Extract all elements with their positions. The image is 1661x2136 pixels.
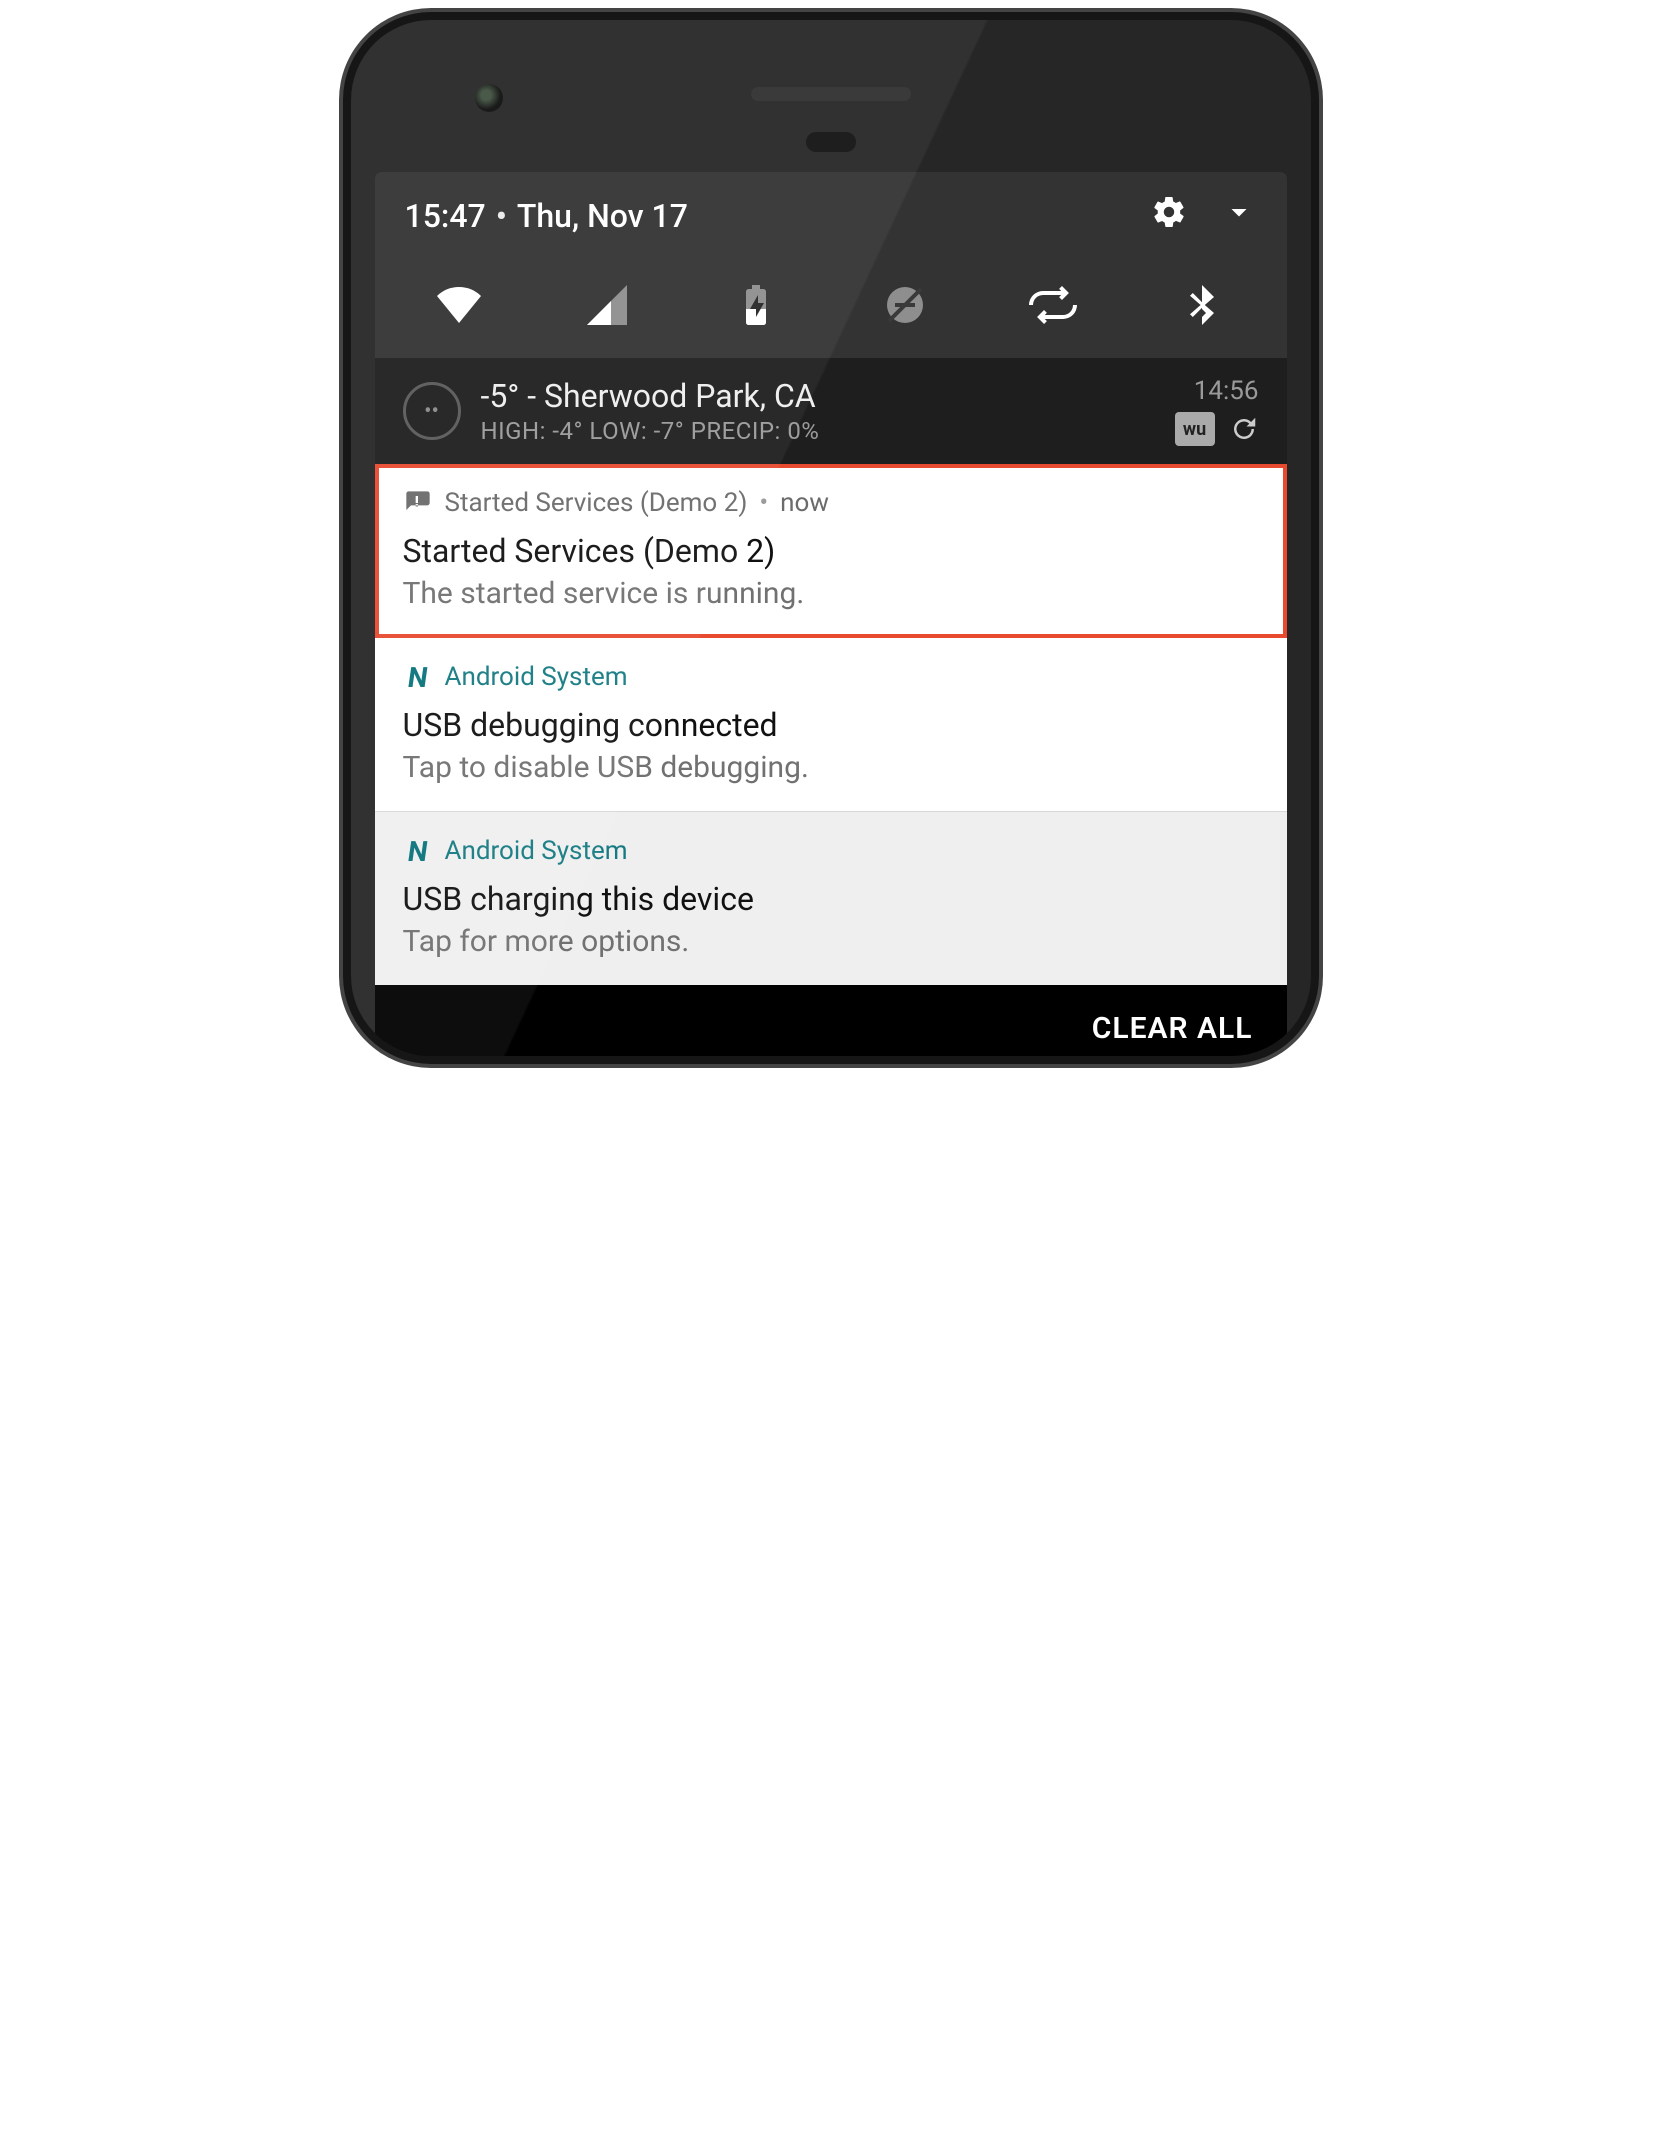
android-n-icon: N <box>403 662 433 692</box>
refresh-icon[interactable] <box>1229 414 1259 444</box>
weather-timestamp: 14:56 <box>1194 376 1259 406</box>
chevron-down-icon[interactable] <box>1221 194 1257 238</box>
quick-settings-header[interactable]: 15:47 • Thu, Nov 17 <box>375 172 1287 260</box>
android-n-icon: N <box>403 836 433 866</box>
notification-title: USB debugging connected <box>403 706 1259 744</box>
auto-rotate-tile[interactable] <box>1028 280 1078 330</box>
battery-tile[interactable] <box>731 280 781 330</box>
phone-frame: 15:47 • Thu, Nov 17 <box>351 20 1311 1056</box>
bluetooth-tile[interactable] <box>1177 280 1227 330</box>
proximity-sensor <box>806 132 856 152</box>
front-camera <box>475 84 503 112</box>
notification-started-services[interactable]: Started Services (Demo 2) • now Started … <box>375 464 1287 638</box>
clear-all-button[interactable]: CLEAR ALL <box>375 985 1287 1056</box>
notification-title: Started Services (Demo 2) <box>403 532 1259 570</box>
notification-app-name: Android System <box>445 836 628 866</box>
clock-time: 15:47 <box>405 197 486 235</box>
phone-bezel-top <box>375 52 1287 142</box>
app-icon <box>403 488 433 518</box>
screen: 15:47 • Thu, Nov 17 <box>375 172 1287 1056</box>
notification-body: Tap to disable USB debugging. <box>403 750 1259 785</box>
notification-usb-charging[interactable]: N Android System USB charging this devic… <box>375 812 1287 985</box>
cellular-tile[interactable] <box>582 280 632 330</box>
weather-provider-badge: wu <box>1175 412 1215 446</box>
wifi-tile[interactable] <box>434 280 484 330</box>
notification-app-name: Started Services (Demo 2) <box>445 488 748 518</box>
notification-app-name: Android System <box>445 662 628 692</box>
clear-all-label: CLEAR ALL <box>1092 1011 1253 1046</box>
notification-usb-debugging[interactable]: N Android System USB debugging connected… <box>375 638 1287 812</box>
notification-list: Started Services (Demo 2) • now Started … <box>375 464 1287 985</box>
settings-icon[interactable] <box>1151 194 1187 238</box>
notification-body: The started service is running. <box>403 576 1259 611</box>
notification-title: USB charging this device <box>403 880 1259 918</box>
weather-title: -5° - Sherwood Park, CA <box>481 377 1155 415</box>
notification-body: Tap for more options. <box>403 924 1259 959</box>
do-not-disturb-tile[interactable] <box>880 280 930 330</box>
time-date[interactable]: 15:47 • Thu, Nov 17 <box>405 197 688 235</box>
quick-settings-tiles <box>375 260 1287 358</box>
earpiece-speaker <box>751 87 911 101</box>
notification-when: now <box>780 488 829 518</box>
clock-date: Thu, Nov 17 <box>517 197 688 235</box>
weather-notification[interactable]: •• -5° - Sherwood Park, CA HIGH: -4° LOW… <box>375 358 1287 464</box>
weather-condition-icon: •• <box>403 382 461 440</box>
separator-dot: • <box>759 488 768 518</box>
separator-dot: • <box>496 197 507 235</box>
weather-details: HIGH: -4° LOW: -7° PRECIP: 0% <box>481 417 1155 445</box>
